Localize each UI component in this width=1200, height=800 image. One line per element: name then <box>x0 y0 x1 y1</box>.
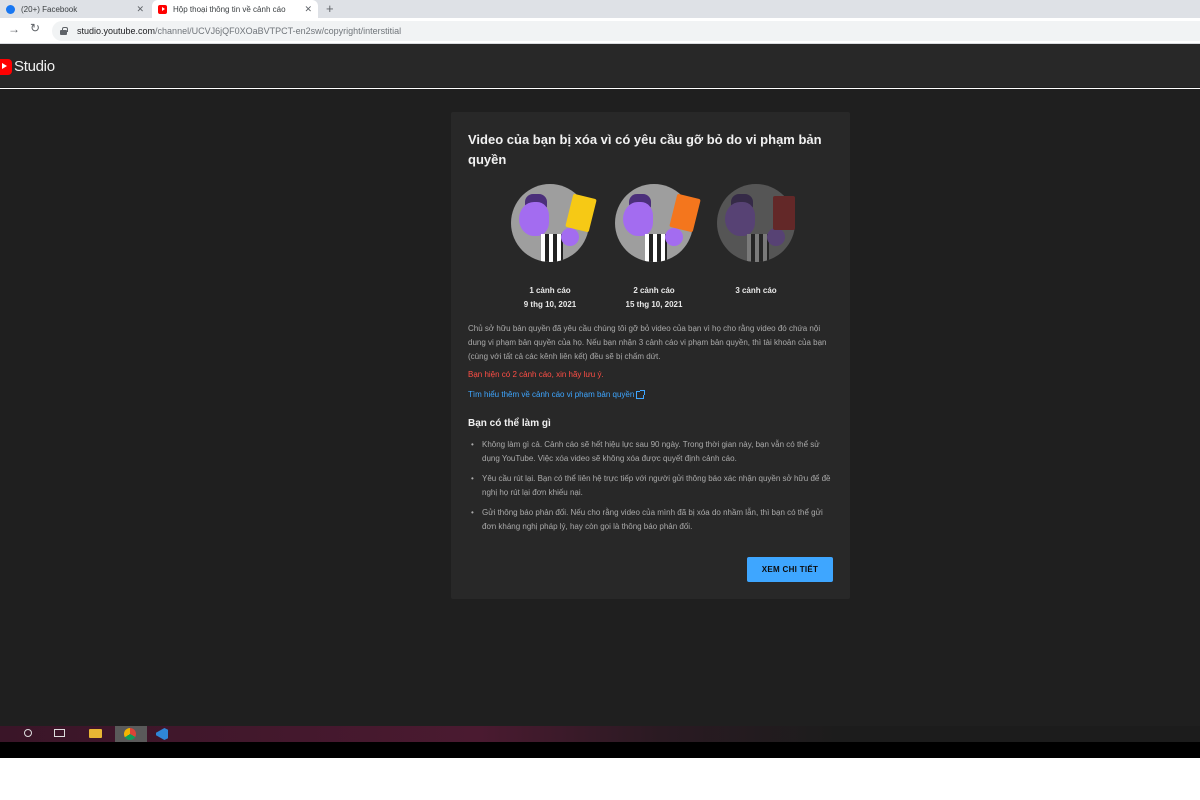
learn-more-link[interactable]: Tìm hiểu thêm về cảnh cáo vi phạm bản qu… <box>468 389 646 399</box>
tab-close-icon[interactable]: ✕ <box>136 4 144 15</box>
arrow-right-icon[interactable]: → <box>8 22 20 36</box>
tab-close-icon[interactable]: ✕ <box>304 4 312 15</box>
strike-3-illustration <box>717 184 795 262</box>
strike-warning-text: Bạn hiện có 2 cảnh cáo, xin hãy lưu ý. <box>468 370 604 379</box>
strike-1-label: 1 cảnh cáo <box>529 286 571 295</box>
list-item: Yêu cầu rút lại. Bạn có thể liên hệ trực… <box>468 472 838 500</box>
address-bar[interactable]: studio.youtube.com/channel/UCVJ6jQF0XOaB… <box>52 21 1200 41</box>
vscode-icon[interactable] <box>156 728 168 740</box>
bottom-letterbox <box>0 742 1200 758</box>
lock-icon[interactable] <box>60 27 68 35</box>
tab-youtube-studio[interactable]: Hộp thoại thông tin về cảnh cáo ✕ <box>152 0 318 18</box>
learn-more-label[interactable]: Tìm hiểu thêm về cảnh cáo vi phạm bản qu… <box>468 390 634 399</box>
strike-3: 3 cảnh cáo <box>701 184 811 298</box>
facebook-icon <box>6 4 15 14</box>
strike-illustrations: 1 cảnh cáo 9 thg 10, 2021 2 cảnh cáo 15 … <box>451 184 850 314</box>
list-item: Không làm gì cả. Cảnh cáo sẽ hết hiệu lự… <box>468 438 838 466</box>
external-link-icon[interactable] <box>636 389 646 399</box>
url-host: studio.youtube.com <box>77 26 156 36</box>
tab-title: Hộp thoại thông tin về cảnh cáo <box>173 4 286 14</box>
chrome-icon[interactable] <box>124 728 136 740</box>
windows-taskbar <box>0 726 1200 742</box>
strike-2: 2 cảnh cáo 15 thg 10, 2021 <box>599 184 709 312</box>
studio-logo-text: Studio <box>14 58 55 75</box>
strike-2-label: 2 cảnh cáo <box>633 286 675 295</box>
search-icon[interactable] <box>24 729 32 737</box>
red-card-icon <box>773 196 795 230</box>
strike-1: 1 cảnh cáo 9 thg 10, 2021 <box>495 184 605 312</box>
url-text[interactable]: studio.youtube.com/channel/UCVJ6jQF0XOaB… <box>77 26 401 36</box>
reload-icon[interactable]: ↻ <box>30 21 40 35</box>
strike-2-date: 15 thg 10, 2021 <box>625 300 683 309</box>
strike-1-date: 9 thg 10, 2021 <box>523 300 577 309</box>
strike-3-label: 3 cảnh cáo <box>735 286 777 295</box>
tab-facebook[interactable]: (20+) Facebook ✕ <box>0 0 150 18</box>
list-item: Gửi thông báo phản đối. Nếu cho rằng vid… <box>468 506 838 534</box>
options-heading: Bạn có thể làm gì <box>468 418 551 429</box>
tab-title: (20+) Facebook <box>21 4 78 14</box>
screen: (20+) Facebook ✕ Hộp thoại thông tin về … <box>0 0 1200 800</box>
new-tab-button[interactable]: + <box>326 0 334 18</box>
dialog-body-text: Chủ sở hữu bản quyền đã yêu cầu chúng tô… <box>468 324 827 361</box>
strike-2-illustration <box>615 184 701 262</box>
file-explorer-icon[interactable] <box>89 729 102 738</box>
youtube-logo-icon <box>0 58 12 75</box>
copyright-strike-dialog: Video của bạn bị xóa vì có yêu cầu gỡ bỏ… <box>451 112 850 599</box>
studio-header: Studio <box>0 44 1200 88</box>
strike-1-illustration <box>511 184 597 262</box>
url-path: /channel/UCVJ6jQF0XOaBVTPCT-en2sw/copyri… <box>155 26 402 36</box>
task-view-icon[interactable] <box>54 729 65 737</box>
youtube-icon <box>158 4 167 14</box>
browser-tab-bar: (20+) Facebook ✕ Hộp thoại thông tin về … <box>0 0 1200 18</box>
studio-logo[interactable]: Studio <box>0 58 55 75</box>
dialog-title: Video của bạn bị xóa vì có yêu cầu gỡ bỏ… <box>468 132 822 167</box>
view-details-button[interactable]: XEM CHI TIẾT <box>747 557 833 582</box>
browser-toolbar: → ↻ studio.youtube.com/channel/UCVJ6jQF0… <box>0 18 1200 44</box>
options-list: Không làm gì cả. Cảnh cáo sẽ hết hiệu lự… <box>468 438 838 540</box>
